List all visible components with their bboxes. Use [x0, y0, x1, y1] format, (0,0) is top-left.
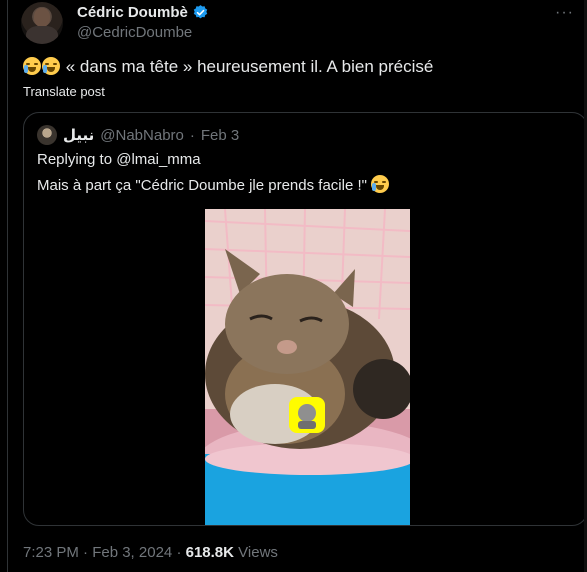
- views-count: 618.8K: [185, 544, 234, 561]
- author-handle[interactable]: @CedricDoumbe: [77, 24, 192, 41]
- quoted-tweet-header: نبيل @NabNabro · Feb 3: [37, 125, 239, 145]
- translate-post-link[interactable]: Translate post: [23, 84, 105, 99]
- replying-to-label: Replying to @lmai_mma: [37, 151, 201, 168]
- tweet-footer: 7:23 PM · Feb 3, 2024 · 618.8K Views: [23, 544, 278, 561]
- crying-laughing-emoji-icon: [371, 175, 390, 193]
- quoted-tweet-card[interactable]: نبيل @NabNabro · Feb 3 Replying to @lmai…: [23, 112, 587, 526]
- tweet-text: « dans ma tête » heureusement il. A bien…: [23, 57, 433, 77]
- quoted-separator: ·: [189, 126, 195, 144]
- quoted-video-media[interactable]: [205, 209, 410, 525]
- tweet-header: Cédric Doumbè @CedricDoumbe ···: [21, 2, 581, 44]
- quoted-author-handle: @NabNabro: [100, 126, 184, 144]
- more-options-icon[interactable]: ···: [555, 5, 575, 26]
- author-avatar[interactable]: [21, 2, 63, 44]
- tweet-timestamp[interactable]: 7:23 PM · Feb 3, 2024: [23, 544, 172, 561]
- quoted-tweet-text: Mais à part ça "Cédric Doumbe jle prends…: [37, 175, 390, 194]
- cat-video-frame: [205, 209, 410, 525]
- quoted-author-avatar: [37, 125, 57, 145]
- views-label: Views: [238, 544, 278, 561]
- quoted-author-name: نبيل: [63, 127, 95, 144]
- quoted-date: Feb 3: [200, 126, 240, 144]
- crying-laughing-emoji-icon: [23, 57, 41, 75]
- crying-laughing-emoji-icon: [42, 57, 60, 75]
- tweet-body-text: « dans ma tête » heureusement il. A bien…: [65, 57, 434, 76]
- author-name-row[interactable]: Cédric Doumbè: [77, 4, 209, 21]
- verified-badge-icon: [193, 5, 208, 19]
- timeline-left-border: [7, 0, 8, 572]
- quoted-body-text: Mais à part ça "Cédric Doumbe jle prends…: [37, 177, 367, 194]
- footer-separator: ·: [176, 544, 182, 561]
- author-display-name[interactable]: Cédric Doumbè: [77, 4, 188, 21]
